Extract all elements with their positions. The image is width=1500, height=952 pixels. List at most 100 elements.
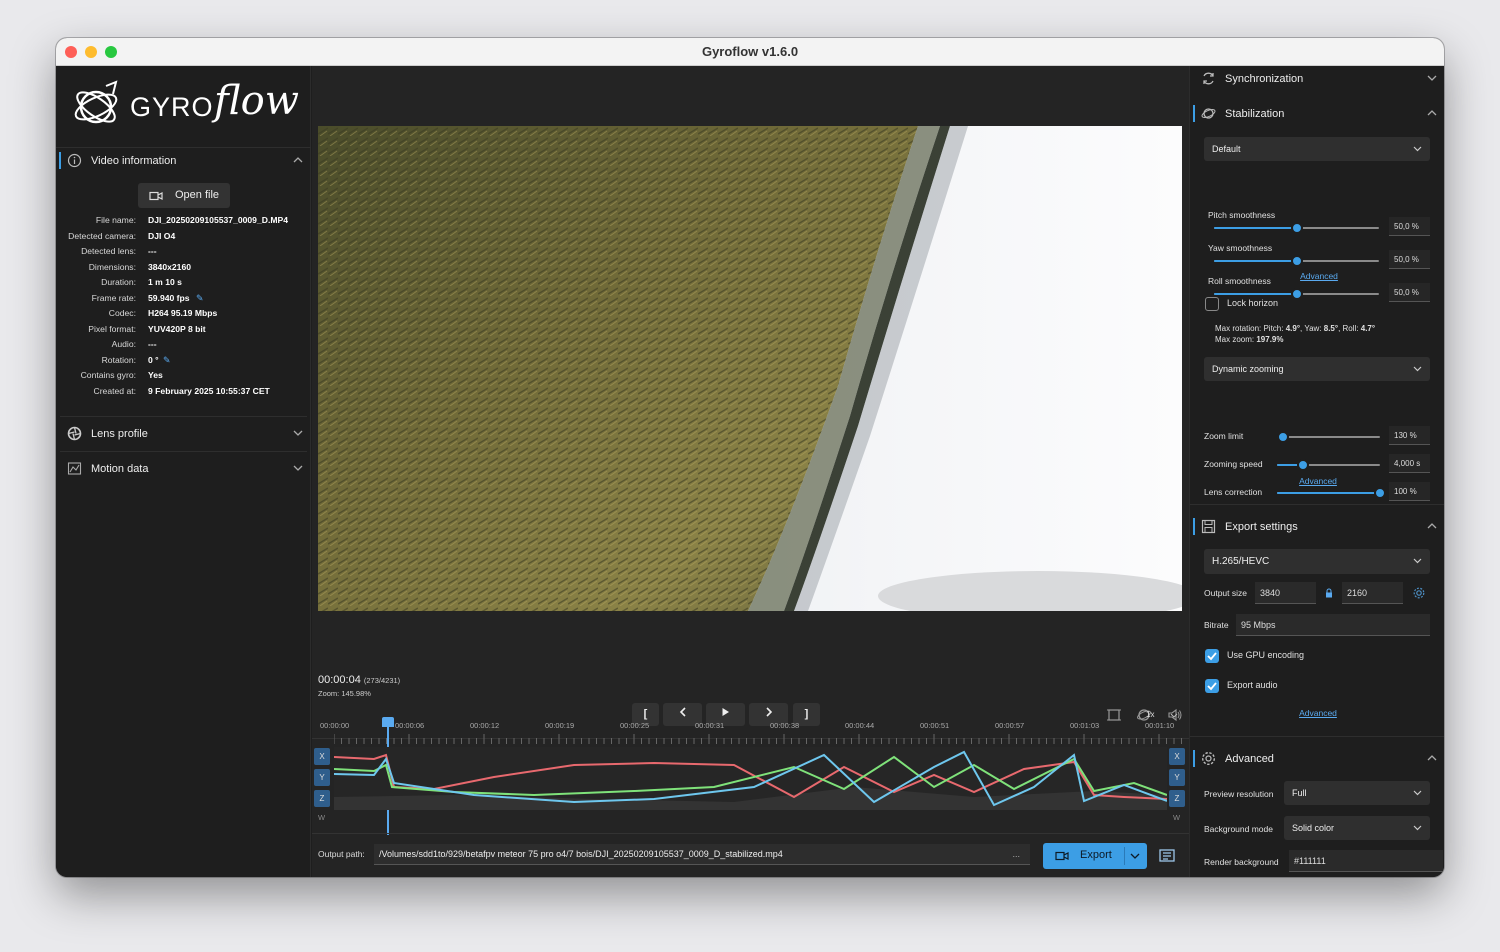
video-info-value: DJI O4 bbox=[148, 230, 176, 241]
video-info-key: Contains gyro: bbox=[80, 370, 136, 380]
section-active-indicator bbox=[1193, 750, 1195, 767]
slider-value-input[interactable]: 130 % bbox=[1389, 426, 1430, 445]
use-gpu-encoding-checkbox[interactable] bbox=[1205, 649, 1219, 663]
gyro-graph[interactable] bbox=[333, 747, 1168, 810]
slider-fill bbox=[1214, 260, 1297, 262]
output-height-input[interactable]: 2160 bbox=[1342, 582, 1403, 604]
slider-track[interactable] bbox=[1277, 487, 1386, 499]
advanced-zoom-link[interactable]: Advanced bbox=[1278, 476, 1358, 486]
chevron-down-icon bbox=[1413, 357, 1422, 381]
logo-text: GYRO bbox=[130, 92, 214, 122]
render-queue-icon[interactable] bbox=[1159, 849, 1175, 863]
browse-output-button[interactable]: ... bbox=[1012, 844, 1020, 864]
video-info-key: File name: bbox=[95, 215, 136, 225]
video-info-value: Yes bbox=[148, 370, 163, 380]
codec-select[interactable]: H.265/HEVC bbox=[1204, 549, 1430, 574]
chart-icon bbox=[67, 462, 82, 475]
section-stabilization[interactable]: Stabilization bbox=[1190, 97, 1444, 131]
slider-handle[interactable] bbox=[1290, 222, 1303, 234]
zooming-method-select[interactable]: Dynamic zooming bbox=[1204, 357, 1430, 381]
section-export-settings[interactable]: Export settings bbox=[1190, 510, 1444, 544]
output-width-input[interactable]: 3840 bbox=[1255, 582, 1316, 604]
axis-label: Z bbox=[319, 794, 325, 803]
slider-value-input[interactable]: 50,0 % bbox=[1389, 217, 1430, 236]
open-file-button[interactable]: Open file bbox=[138, 183, 230, 208]
axis-x-left-button[interactable]: X bbox=[314, 748, 330, 765]
output-path-input[interactable]: /Volumes/sdd1to/929/betafpv meteor 75 pr… bbox=[374, 844, 1030, 865]
section-label: Lens profile bbox=[91, 428, 148, 440]
timeline-tick-label: 00:00:38 bbox=[770, 721, 800, 730]
export-audio-checkbox[interactable] bbox=[1205, 679, 1219, 693]
axis-x-right-button[interactable]: X bbox=[1169, 748, 1185, 765]
edit-pencil-icon[interactable]: ✎ bbox=[196, 291, 204, 306]
axis-w-left[interactable]: W bbox=[318, 813, 325, 822]
edit-pencil-icon[interactable]: ✎ bbox=[163, 353, 171, 368]
slider-value-input[interactable]: 4,000 s bbox=[1389, 454, 1430, 473]
advanced-smoothing-link[interactable]: Advanced bbox=[1279, 271, 1359, 281]
slider-value-input[interactable]: 100 % bbox=[1389, 482, 1430, 501]
chevron-up-icon[interactable] bbox=[293, 144, 303, 178]
axis-w-right[interactable]: W bbox=[1173, 813, 1180, 822]
video-info-key: Dimensions: bbox=[88, 261, 136, 272]
section-advanced[interactable]: Advanced bbox=[1190, 742, 1444, 776]
slider-value-input[interactable]: 50,0 % bbox=[1389, 283, 1430, 302]
divider bbox=[1190, 736, 1444, 737]
axis-y-left-button[interactable]: Y bbox=[314, 769, 330, 786]
slider-track[interactable] bbox=[1214, 288, 1379, 300]
slider-handle[interactable] bbox=[1290, 255, 1303, 267]
chevron-down-icon[interactable] bbox=[1130, 853, 1140, 859]
video-info-key: Detected camera: bbox=[68, 230, 136, 241]
chevron-up-icon[interactable] bbox=[1427, 510, 1437, 544]
chevron-down-icon[interactable] bbox=[293, 417, 303, 451]
slider-track[interactable] bbox=[1277, 431, 1380, 443]
section-lens-profile[interactable]: Lens profile bbox=[56, 417, 311, 451]
preview-resolution-select[interactable]: Full bbox=[1284, 781, 1430, 805]
gear-icon[interactable] bbox=[1413, 587, 1425, 599]
smoothing-method-select[interactable]: Default bbox=[1204, 137, 1430, 161]
axis-z-left-button[interactable]: Z bbox=[314, 790, 330, 807]
section-motion-data[interactable]: Motion data bbox=[56, 452, 311, 486]
axis-y-right-button[interactable]: Y bbox=[1169, 769, 1185, 786]
axis-z-right-button[interactable]: Z bbox=[1169, 790, 1185, 807]
zoom-window-button[interactable] bbox=[105, 46, 117, 58]
slider-track[interactable] bbox=[1277, 459, 1380, 471]
chevron-down-icon[interactable] bbox=[1427, 62, 1437, 96]
slider-handle[interactable] bbox=[1296, 459, 1309, 471]
bitrate-input[interactable]: 95 Mbps bbox=[1236, 614, 1430, 636]
close-window-button[interactable] bbox=[65, 46, 77, 58]
minimize-window-button[interactable] bbox=[85, 46, 97, 58]
video-info-key: Created at: bbox=[93, 385, 136, 396]
export-button[interactable]: Export bbox=[1043, 843, 1147, 869]
chevron-up-icon[interactable] bbox=[1427, 742, 1437, 776]
max-zoom-prefix: Max zoom: bbox=[1215, 335, 1257, 344]
left-panel: GYRO flow Video information Open file Fi… bbox=[56, 66, 311, 877]
slider-value-input[interactable]: 50,0 % bbox=[1389, 250, 1430, 269]
slider-track[interactable] bbox=[1214, 255, 1379, 267]
slider-track[interactable] bbox=[1214, 222, 1379, 234]
slider-label: Yaw smoothness bbox=[1208, 243, 1273, 253]
lock-horizon-checkbox[interactable] bbox=[1205, 297, 1219, 311]
crop-overlay-icon[interactable] bbox=[1107, 708, 1121, 722]
slider-handle[interactable] bbox=[1290, 288, 1303, 300]
render-background-input[interactable]: #111111 bbox=[1289, 850, 1443, 872]
section-video-information[interactable]: Video information bbox=[56, 144, 311, 178]
video-info-value: --- bbox=[148, 339, 157, 349]
lock-icon[interactable] bbox=[1325, 588, 1333, 598]
background-mode-select[interactable]: Solid color bbox=[1284, 816, 1430, 840]
video-preview[interactable] bbox=[318, 126, 1182, 611]
timeline-tick-label: 00:00:44 bbox=[845, 721, 875, 730]
advanced-export-link[interactable]: Advanced bbox=[1278, 708, 1358, 718]
chevron-up-icon[interactable] bbox=[1427, 97, 1437, 131]
center-panel: 00:00:04 (273/4231) Zoom: 145.98% [ ] 1x… bbox=[312, 66, 1189, 877]
max-roll-value: 4.7° bbox=[1360, 324, 1376, 333]
section-label: Export settings bbox=[1225, 521, 1298, 533]
chevron-down-icon[interactable] bbox=[293, 452, 303, 486]
video-info-key: Duration: bbox=[101, 277, 136, 287]
slider-handle[interactable] bbox=[1277, 431, 1290, 443]
slider-label: Roll smoothness bbox=[1208, 276, 1271, 286]
timeline-tick-label: 00:00:51 bbox=[920, 721, 950, 730]
slider-handle[interactable] bbox=[1374, 487, 1386, 499]
timeline-tick-label: 00:01:03 bbox=[1070, 721, 1100, 730]
divider bbox=[312, 833, 1189, 834]
section-synchronization[interactable]: Synchronization bbox=[1190, 62, 1444, 96]
